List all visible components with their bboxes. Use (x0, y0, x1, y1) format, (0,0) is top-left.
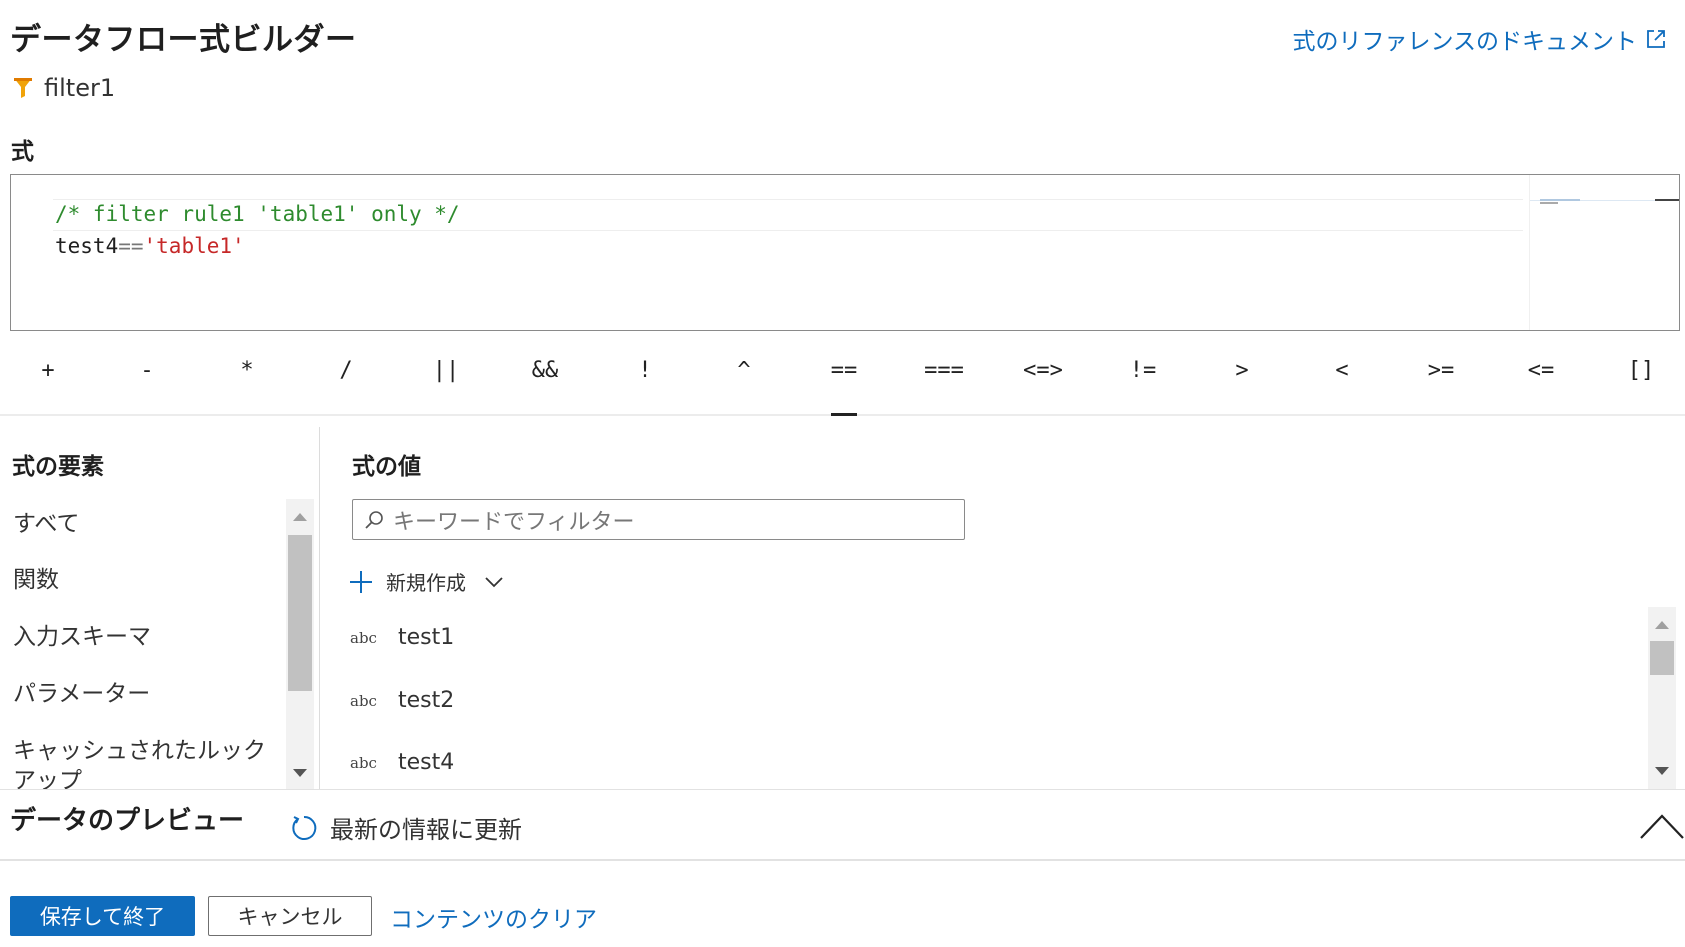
overview-ruler (1655, 199, 1679, 201)
operator-and[interactable]: && (515, 358, 575, 383)
search-icon (365, 510, 383, 529)
operator-divide[interactable]: / (316, 358, 376, 383)
editor-minimap[interactable] (1529, 175, 1660, 330)
operator-multiply[interactable]: * (217, 358, 277, 383)
chevron-up-icon[interactable] (1639, 812, 1685, 842)
new-button[interactable]: 新規作成 (348, 567, 504, 596)
operator-or[interactable]: || (416, 358, 476, 383)
plus-icon (350, 570, 372, 593)
page-title: データフロー式ビルダー (10, 22, 357, 58)
code-string: 'table1' (143, 234, 245, 258)
value-name: test1 (398, 625, 455, 650)
scroll-up-arrow-icon[interactable] (293, 513, 307, 521)
scrollbar-thumb[interactable] (1650, 641, 1674, 675)
selected-operator-indicator (831, 413, 857, 416)
operator-less-equal[interactable]: <= (1511, 358, 1571, 383)
operator-minus[interactable]: - (117, 358, 177, 383)
refresh-label: 最新の情報に更新 (330, 816, 522, 844)
transform-indicator: filter1 (12, 74, 115, 102)
chevron-down-icon (485, 576, 503, 587)
element-item-parameters[interactable]: パラメーター (13, 679, 283, 709)
operator-spaceship[interactable]: <=> (1013, 358, 1073, 383)
element-item-functions[interactable]: 関数 (13, 565, 283, 595)
operator-plus[interactable]: + (18, 358, 78, 383)
operator-not[interactable]: ! (615, 358, 675, 383)
operator-less[interactable]: < (1312, 358, 1372, 383)
search-placeholder: キーワードでフィルター (393, 509, 635, 535)
filter-funnel-icon (14, 78, 32, 98)
value-item[interactable]: abc test1 (350, 625, 454, 650)
string-type-icon: abc (350, 691, 377, 710)
transform-name: filter1 (44, 74, 116, 102)
keyword-filter-input[interactable]: キーワードでフィルター (352, 499, 965, 540)
operator-toolbar: + - * / || && ! ^ == === <=> != > < >= <… (0, 350, 1685, 416)
expression-editor[interactable]: /* filter rule1 'table1' only */ test4==… (10, 174, 1680, 331)
cancel-button[interactable]: キャンセル (208, 896, 372, 936)
reference-docs-link-label: 式のリファレンスのドキュメント (1292, 29, 1637, 55)
expression-elements-panel: 式の要素 すべて 関数 入力スキーマ パラメーター キャッシュされたルックアップ (0, 427, 320, 789)
refresh-icon (292, 815, 317, 840)
string-type-icon: abc (350, 753, 377, 772)
elements-heading: 式の要素 (12, 454, 104, 480)
new-button-label: 新規作成 (386, 571, 466, 595)
operator-brackets[interactable]: [] (1611, 358, 1671, 383)
code-operator: == (118, 234, 144, 258)
save-and-finish-button[interactable]: 保存して終了 (10, 896, 195, 936)
scroll-down-arrow-icon[interactable] (1655, 767, 1669, 775)
external-link-icon (1647, 30, 1665, 48)
elements-scrollbar[interactable] (286, 499, 314, 789)
operator-greater-equal[interactable]: >= (1411, 358, 1471, 383)
operator-not-equals[interactable]: != (1113, 358, 1173, 383)
refresh-button[interactable]: 最新の情報に更新 (290, 810, 522, 845)
operator-strict-equals[interactable]: === (914, 358, 974, 383)
value-name: test2 (398, 688, 455, 713)
scroll-up-arrow-icon[interactable] (1655, 621, 1669, 629)
data-preview-title: データのプレビュー (10, 806, 245, 836)
element-item-cached-lookup[interactable]: キャッシュされたルックアップ (13, 736, 283, 789)
operator-xor[interactable]: ^ (714, 358, 774, 383)
operator-equals[interactable]: == (814, 358, 874, 383)
element-item-input-schema[interactable]: 入力スキーマ (13, 622, 283, 652)
operator-greater[interactable]: > (1212, 358, 1272, 383)
element-item-all[interactable]: すべて (13, 509, 283, 539)
expression-label: 式 (11, 139, 34, 165)
code-line-comment[interactable]: /* filter rule1 'table1' only */ (55, 202, 460, 226)
scroll-down-arrow-icon[interactable] (293, 769, 307, 777)
string-type-icon: abc (350, 628, 377, 647)
values-scrollbar[interactable] (1648, 607, 1676, 789)
values-heading: 式の値 (352, 454, 421, 480)
value-item[interactable]: abc test4 (350, 750, 454, 775)
data-preview-bar: データのプレビュー 最新の情報に更新 (0, 789, 1685, 861)
scrollbar-thumb[interactable] (288, 535, 312, 691)
value-item[interactable]: abc test2 (350, 688, 454, 713)
code-identifier: test4 (55, 234, 119, 258)
reference-docs-link[interactable]: 式のリファレンスのドキュメント (1292, 22, 1667, 56)
clear-contents-link[interactable]: コンテンツのクリア (390, 900, 597, 934)
value-name: test4 (398, 750, 455, 775)
code-line-expression[interactable]: test4=='table1' (55, 234, 245, 258)
